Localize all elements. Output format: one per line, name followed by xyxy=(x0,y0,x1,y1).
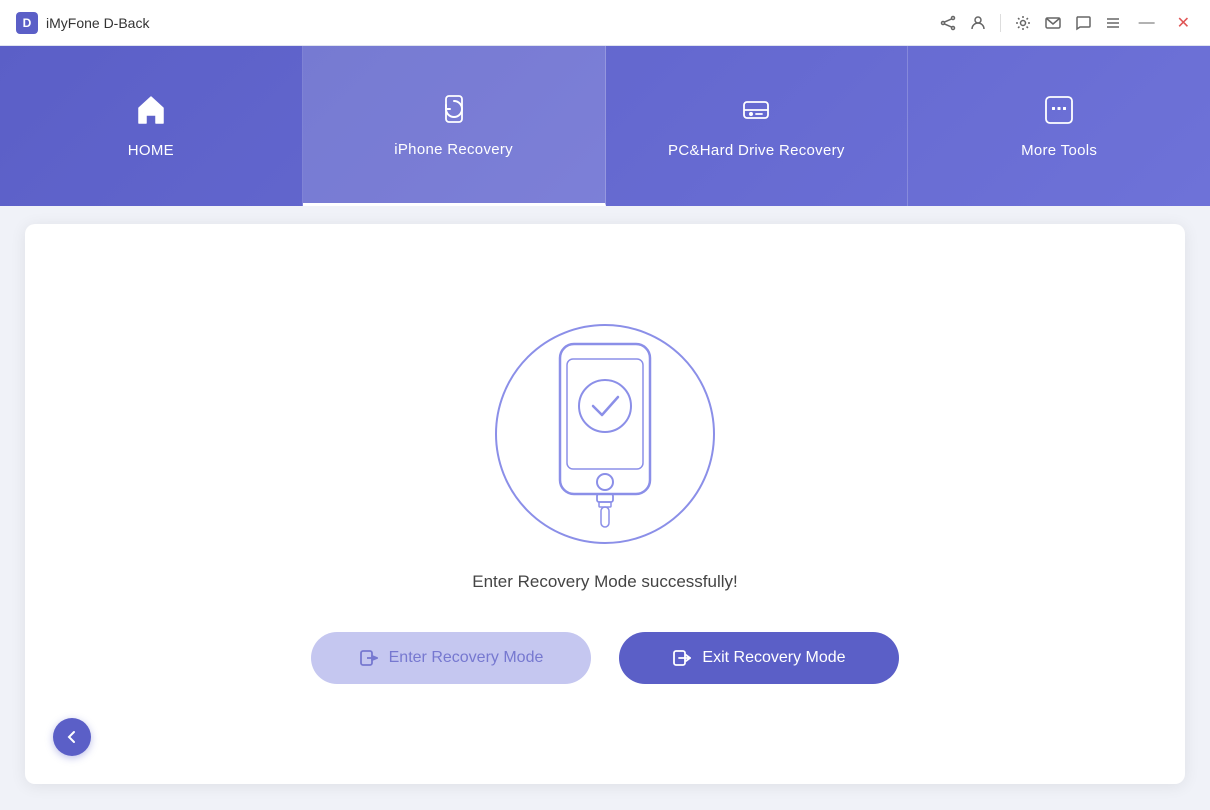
title-bar: D iMyFone D-Back xyxy=(0,0,1210,46)
illustration xyxy=(495,324,715,544)
nav-label-home: HOME xyxy=(128,142,174,159)
nav-item-iphone-recovery[interactable]: iPhone Recovery xyxy=(303,46,606,206)
buttons-row: Enter Recovery Mode Exit Recovery Mode xyxy=(311,632,899,684)
nav-item-pc-harddrive[interactable]: PC&Hard Drive Recovery xyxy=(606,46,909,206)
share-icon[interactable] xyxy=(940,15,956,31)
phone-circle xyxy=(495,324,715,544)
nav-label-iphone-recovery: iPhone Recovery xyxy=(394,141,513,158)
title-bar-left: D iMyFone D-Back xyxy=(16,12,149,34)
nav-item-more-tools[interactable]: More Tools xyxy=(908,46,1210,206)
back-arrow-icon xyxy=(64,729,80,745)
home-icon xyxy=(134,93,168,132)
content-area: Enter Recovery Mode successfully! Enter … xyxy=(0,224,1210,784)
enter-icon xyxy=(359,648,379,668)
more-icon xyxy=(1042,93,1076,132)
nav-label-pc-harddrive: PC&Hard Drive Recovery xyxy=(668,142,845,159)
close-button[interactable]: ✕ xyxy=(1173,11,1194,35)
chat-icon[interactable] xyxy=(1075,15,1091,31)
enter-recovery-mode-button[interactable]: Enter Recovery Mode xyxy=(311,632,591,684)
nav-label-more-tools: More Tools xyxy=(1021,142,1097,159)
back-button[interactable] xyxy=(53,718,91,756)
title-divider xyxy=(1000,14,1001,32)
nav-item-home[interactable]: HOME xyxy=(0,46,303,206)
title-bar-right: — ✕ xyxy=(940,11,1194,35)
main-panel: Enter Recovery Mode successfully! Enter … xyxy=(25,224,1185,784)
user-icon[interactable] xyxy=(970,15,986,31)
phone-svg xyxy=(515,334,695,534)
nav-bar: HOME iPhone Recovery PC&Hard Drive Recov… xyxy=(0,46,1210,206)
exit-recovery-mode-button[interactable]: Exit Recovery Mode xyxy=(619,632,899,684)
settings-icon[interactable] xyxy=(1015,15,1031,31)
refresh-icon xyxy=(437,92,471,131)
mail-icon[interactable] xyxy=(1045,15,1061,31)
status-text: Enter Recovery Mode successfully! xyxy=(472,572,738,592)
exit-icon xyxy=(672,648,692,668)
menu-icon[interactable] xyxy=(1105,15,1121,31)
app-title: iMyFone D-Back xyxy=(46,15,149,31)
app-logo: D xyxy=(16,12,38,34)
minimize-button[interactable]: — xyxy=(1135,12,1159,34)
harddrive-icon xyxy=(739,93,773,132)
